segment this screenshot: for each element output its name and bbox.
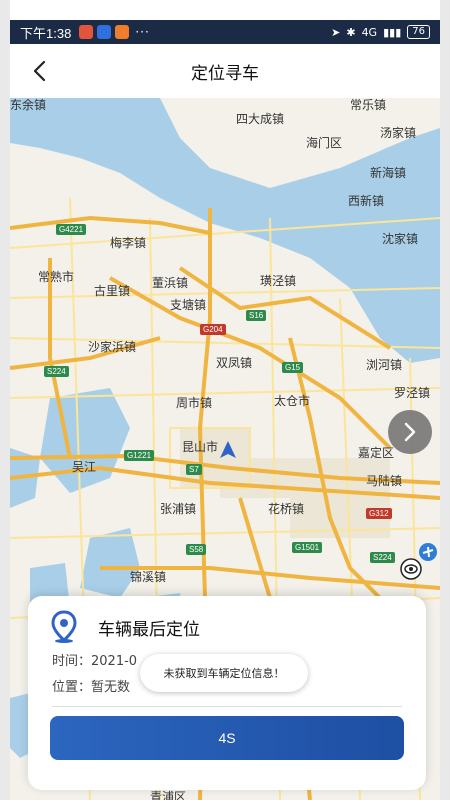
vehicle-location-icon (220, 441, 236, 458)
location-icon: ➤ (331, 25, 341, 39)
map-label: 梅李镇 (110, 236, 147, 250)
map-label: 锦溪镇 (130, 570, 167, 584)
map-label: 汤家镇 (380, 126, 417, 140)
map-label: 罗泾镇 (394, 386, 431, 400)
map-label: 璜泾镇 (260, 274, 297, 288)
signal-icon: ▮▮▮ (383, 25, 402, 39)
chevron-right-icon (404, 422, 416, 442)
4s-button[interactable]: 4S (50, 716, 404, 760)
road-tag: S7 (186, 464, 202, 475)
road-tag: G312 (366, 508, 392, 519)
card-title: 车辆最后定位 (98, 619, 200, 640)
map-label: 支塘镇 (170, 298, 207, 312)
map-label: 东余镇 (10, 98, 47, 112)
status-time: 下午1:38 (20, 25, 72, 41)
map-label: 西新镇 (348, 194, 385, 208)
road-tag: G4221 (56, 224, 87, 235)
map-label: 四大成镇 (236, 112, 285, 126)
message-app-icon (97, 25, 112, 39)
battery-level: 76 (407, 25, 430, 39)
road-tag: S224 (370, 552, 395, 563)
road-tag: G204 (200, 324, 226, 335)
video-app-icon (79, 25, 94, 39)
map-label: 浏河镇 (366, 358, 403, 372)
chevron-left-icon[interactable] (28, 58, 54, 84)
map-label: 花桥镇 (268, 502, 305, 516)
app-screen: 下午1:38 ··· ➤ ✱ 4G ▮▮▮ 76 定位寻车 东余镇 常乐镇 四大… (10, 0, 440, 800)
map-label: 太仓市 (274, 394, 311, 408)
page-title: 定位寻车 (191, 63, 259, 84)
toast-message: 未获取到车辆定位信息！ (140, 654, 308, 692)
road-tag: G15 (282, 362, 304, 373)
location-pin-icon (51, 610, 77, 643)
road-tag: G1221 (124, 450, 155, 461)
status-bar: 下午1:38 ··· ➤ ✱ 4G ▮▮▮ 76 (10, 20, 440, 44)
map-label: 沙家浜镇 (88, 340, 137, 354)
map-label: 吴江 (72, 460, 97, 474)
map-label: 张浦镇 (160, 502, 197, 516)
map-label: 马陆镇 (366, 474, 403, 488)
status-right: ➤ ✱ 4G ▮▮▮ 76 (331, 25, 430, 39)
road-tag: G1501 (292, 542, 323, 553)
page-header: 定位寻车 (10, 44, 440, 98)
map-label: 古里镇 (94, 284, 131, 298)
map-label: 嘉定区 (358, 446, 395, 460)
next-button[interactable] (388, 410, 432, 454)
map-label: 双凤镇 (216, 356, 253, 370)
notification-icons (79, 25, 130, 39)
network-type: 4G (361, 25, 378, 39)
map-label: 常乐镇 (350, 98, 387, 112)
divider (52, 706, 402, 707)
map-label: 周市镇 (176, 396, 213, 410)
map-label: 常熟市 (38, 270, 75, 284)
card-header: 车辆最后定位 (50, 610, 200, 644)
view-icon[interactable] (400, 558, 422, 580)
shop-app-icon (115, 25, 130, 39)
map-label: 沈家镇 (382, 232, 419, 246)
map-label: 海门区 (306, 136, 343, 150)
time-info: 时间：2021-0 (52, 654, 138, 669)
bluetooth-icon: ✱ (346, 25, 356, 39)
road-tag: S58 (186, 544, 207, 555)
map-label: 昆山市 (182, 440, 219, 454)
map-label: 新海镇 (370, 166, 407, 180)
more-dots: ··· (135, 25, 150, 39)
map-label: 董浜镇 (152, 276, 189, 290)
road-tag: S224 (44, 366, 69, 377)
location-info: 位置：暂无数 (52, 680, 131, 695)
vehicle-location-card: 车辆最后定位 时间：2021-0 位置：暂无数 未获取到车辆定位信息！ 4S (28, 596, 426, 790)
road-tag: S16 (246, 310, 267, 321)
